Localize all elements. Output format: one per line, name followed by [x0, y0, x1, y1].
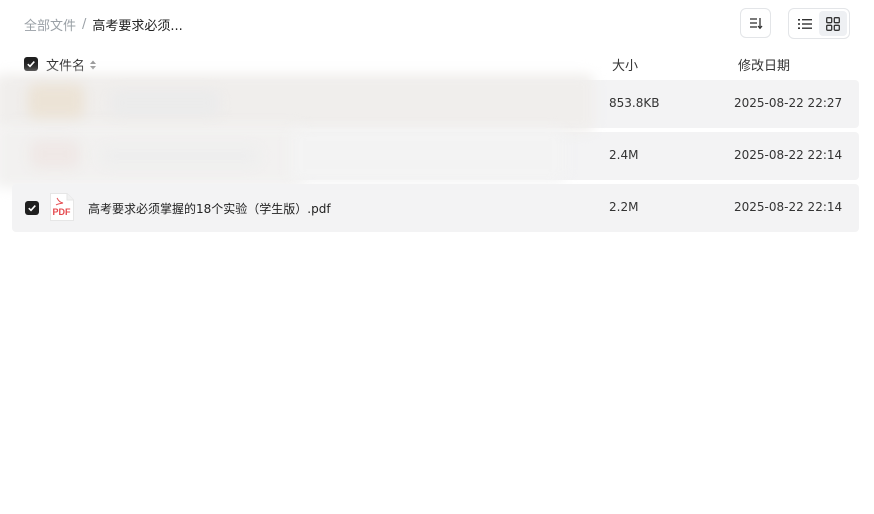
check-icon: [27, 61, 35, 68]
column-header-name[interactable]: 文件名: [46, 55, 97, 74]
file-modified-date: 2025-08-22 22:14: [734, 200, 843, 214]
file-modified-date: 2025-08-22 22:14: [734, 148, 843, 162]
grid-view-button[interactable]: [819, 11, 847, 36]
file-size: 2.2M: [609, 200, 639, 214]
sort-icon: [749, 18, 762, 30]
breadcrumb-current: 高考要求必须...: [92, 18, 183, 34]
list-view-button[interactable]: [791, 11, 819, 36]
column-header-size[interactable]: 大小: [612, 55, 638, 74]
breadcrumb-separator: /: [82, 16, 87, 32]
pdf-file-icon: PDF: [49, 192, 75, 226]
breadcrumb-root-link[interactable]: 全部文件: [24, 15, 76, 34]
breadcrumb: 全部文件 / 高考要求必须...: [24, 14, 183, 34]
file-modified-date: 2025-08-22 22:27: [734, 96, 843, 110]
file-size: 853.8KB: [609, 96, 660, 110]
sort-arrows-icon: [90, 60, 97, 69]
column-header-name-label: 文件名: [46, 59, 86, 74]
check-icon: [28, 205, 36, 212]
select-all-checkbox[interactable]: [24, 57, 38, 71]
sort-button[interactable]: [740, 8, 771, 38]
view-toggle: [788, 8, 850, 39]
row-checkbox[interactable]: [25, 201, 39, 215]
file-table-header: 文件名 大小 修改日期: [0, 52, 874, 76]
grid-view-icon: [826, 16, 840, 31]
file-row[interactable]: PDF 高考要求必须掌握的18个实验（学生版）.pdf 2.2M 2025-08…: [12, 184, 859, 232]
list-view-icon: [798, 18, 812, 29]
file-name[interactable]: 高考要求必须掌握的18个实验（学生版）.pdf: [88, 200, 331, 217]
pdf-icon-label: PDF: [53, 207, 72, 217]
column-header-modified[interactable]: 修改日期: [738, 55, 790, 74]
file-size: 2.4M: [609, 148, 639, 162]
